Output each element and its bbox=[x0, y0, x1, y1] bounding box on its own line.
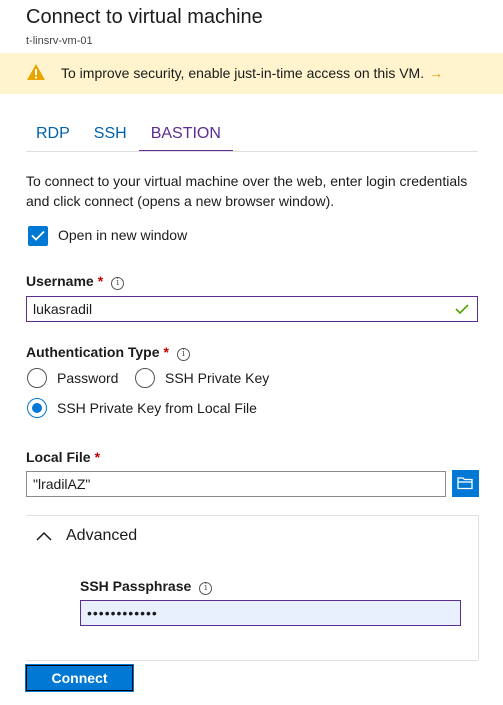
advanced-divider-right bbox=[478, 515, 479, 660]
panel-title: Connect to virtual machine bbox=[26, 6, 263, 28]
footer-divider bbox=[26, 660, 478, 661]
radio-ssh-key-local-file-label[interactable]: SSH Private Key from Local File bbox=[57, 400, 257, 416]
tab-rdp[interactable]: RDP bbox=[26, 122, 82, 152]
info-icon[interactable]: i bbox=[176, 348, 190, 361]
checkmark-icon bbox=[31, 230, 45, 241]
radio-password-label[interactable]: Password bbox=[57, 370, 118, 386]
advanced-toggle[interactable]: Advanced bbox=[66, 527, 137, 545]
local-file-input[interactable] bbox=[26, 471, 446, 497]
required-marker: * bbox=[163, 344, 169, 360]
open-new-window-label[interactable]: Open in new window bbox=[58, 227, 187, 243]
radio-ssh-private-key[interactable] bbox=[135, 368, 155, 388]
local-file-label: Local File * bbox=[26, 449, 100, 465]
bastion-description: To connect to your virtual machine over … bbox=[26, 173, 468, 209]
banner-text: To improve security, enable just-in-time… bbox=[61, 65, 425, 81]
local-file-label-text: Local File bbox=[26, 449, 91, 465]
radio-ssh-private-key-label[interactable]: SSH Private Key bbox=[165, 370, 269, 386]
tab-divider bbox=[26, 151, 478, 152]
valid-check-icon bbox=[455, 304, 469, 315]
open-new-window-checkbox[interactable] bbox=[28, 226, 48, 246]
ssh-passphrase-label-text: SSH Passphrase bbox=[80, 578, 192, 594]
ssh-passphrase-input[interactable] bbox=[80, 600, 461, 626]
connect-button[interactable]: Connect bbox=[25, 664, 134, 692]
username-label-text: Username bbox=[26, 273, 94, 289]
ssh-passphrase-label: SSH Passphrase i bbox=[80, 578, 213, 595]
tab-bastion[interactable]: BASTION bbox=[138, 122, 234, 152]
required-marker: * bbox=[97, 273, 104, 289]
security-banner[interactable]: To improve security, enable just-in-time… bbox=[0, 53, 503, 94]
browse-file-button[interactable] bbox=[452, 470, 479, 497]
advanced-divider-top bbox=[26, 515, 478, 516]
info-icon[interactable]: i bbox=[111, 277, 125, 290]
warning-icon bbox=[27, 64, 45, 80]
auth-type-label: Authentication Type * i bbox=[26, 344, 190, 361]
radio-ssh-key-local-file[interactable] bbox=[27, 398, 47, 418]
connection-tabs: RDP SSH BASTION bbox=[26, 122, 234, 152]
tab-ssh[interactable]: SSH bbox=[82, 122, 139, 152]
username-label: Username * i bbox=[26, 273, 125, 290]
info-icon[interactable]: i bbox=[199, 582, 213, 595]
chevron-up-icon[interactable] bbox=[36, 531, 52, 541]
vm-name: t-linsrv-vm-01 bbox=[26, 35, 93, 47]
radio-password[interactable] bbox=[27, 368, 47, 388]
arrow-right-icon: → bbox=[429, 65, 444, 81]
folder-open-icon bbox=[457, 477, 473, 490]
required-marker: * bbox=[94, 449, 101, 465]
banner-message[interactable]: To improve security, enable just-in-time… bbox=[61, 65, 443, 81]
auth-type-label-text: Authentication Type bbox=[26, 344, 160, 360]
username-input[interactable] bbox=[26, 296, 478, 322]
